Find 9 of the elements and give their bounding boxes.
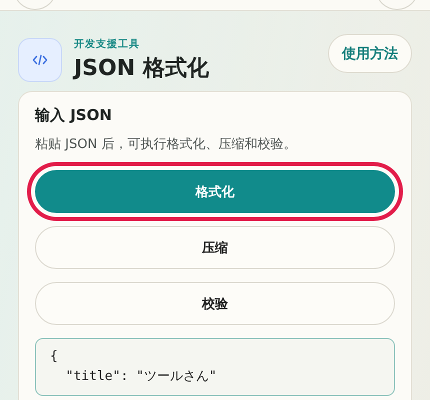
action-button[interactable]: 压缩 — [35, 226, 395, 269]
code-icon — [18, 38, 62, 82]
app-title: JSON 格式化 — [74, 55, 210, 83]
card-description: 粘贴 JSON 后，可执行格式化、压缩和校验。 — [35, 136, 298, 153]
card-heading: 输入 JSON — [35, 106, 113, 125]
app-category: 开发支援工具 — [74, 38, 141, 51]
json-input-field[interactable]: { "title": "ツールさん" — [35, 338, 395, 396]
action-button[interactable]: 校验 — [35, 282, 395, 325]
help-button[interactable]: 使用方法 — [328, 34, 412, 73]
